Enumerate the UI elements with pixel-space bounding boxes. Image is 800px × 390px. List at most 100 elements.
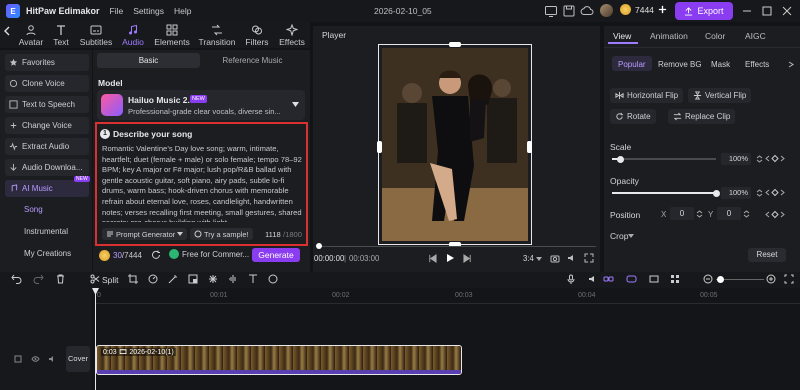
scale-slider-knob[interactable] [617, 155, 624, 163]
delete-icon[interactable] [56, 274, 65, 284]
resize-handle-left[interactable] [377, 141, 382, 153]
crop-label[interactable]: Crop [610, 231, 628, 241]
sidebar-sub-my-creations[interactable]: My Creations [24, 249, 71, 258]
stepper-icon[interactable] [743, 210, 750, 218]
tab-effects[interactable]: Effects [278, 22, 306, 47]
cover-button[interactable]: Cover [66, 346, 90, 372]
track-icon[interactable] [649, 274, 659, 284]
video-preview[interactable] [382, 48, 528, 241]
speed-icon[interactable] [148, 274, 158, 284]
scale-slider[interactable] [612, 155, 716, 163]
opacity-value[interactable]: 100% [721, 187, 751, 199]
keyframe-icon[interactable] [765, 188, 785, 197]
add-credits-icon[interactable] [658, 5, 667, 14]
undo-icon[interactable] [11, 274, 22, 284]
subtab-mask[interactable]: Mask [711, 60, 730, 69]
save-icon[interactable] [562, 4, 576, 18]
tab-avatar[interactable]: Avatar [15, 22, 47, 47]
vertical-flip-button[interactable]: Vertical Flip [688, 88, 752, 103]
crop-tool-icon[interactable] [128, 274, 138, 284]
volume-icon[interactable] [567, 253, 577, 263]
text-tool-icon[interactable] [248, 274, 258, 284]
tab-color[interactable]: Color [705, 31, 725, 41]
video-clip[interactable]: 0:03 🎞 2026-02-10(1) [96, 345, 462, 375]
try-sample-button[interactable]: Try a sample! [190, 228, 253, 240]
timeline-playhead[interactable] [95, 288, 96, 390]
fit-timeline-icon[interactable] [784, 274, 794, 284]
model-selector[interactable]: Hailuo Music 2.0 NEW Professional-grade … [97, 90, 305, 120]
camera-icon[interactable] [550, 253, 560, 263]
chevron-left-icon[interactable] [3, 26, 11, 36]
eye-icon[interactable] [31, 355, 40, 363]
monitor-icon[interactable] [544, 4, 558, 18]
play-icon[interactable] [446, 253, 455, 263]
stepper-icon[interactable] [756, 189, 763, 197]
mask-tool-icon[interactable] [268, 274, 278, 284]
scale-value[interactable]: 100% [721, 153, 751, 165]
sidebar-item-favorites[interactable]: Favorites [5, 54, 89, 71]
keyframe-icon[interactable] [765, 210, 785, 219]
replace-clip-button[interactable]: Replace Clip [668, 109, 736, 124]
menu-help[interactable]: Help [174, 6, 191, 16]
previous-frame-icon[interactable] [428, 254, 437, 263]
track-settings-icon[interactable] [14, 355, 22, 363]
opacity-slider[interactable] [612, 189, 720, 197]
zoom-slider-knob[interactable] [717, 276, 724, 283]
freeze-icon[interactable] [208, 274, 218, 284]
tab-text[interactable]: Text [48, 22, 74, 47]
tab-elements[interactable]: Elements [154, 22, 190, 47]
zoom-in-icon[interactable] [766, 274, 776, 284]
split-label[interactable]: Split [102, 275, 119, 285]
magic-wand-icon[interactable] [168, 274, 178, 284]
sidebar-sub-song[interactable]: Song [24, 205, 43, 214]
pos-y-input[interactable]: 0 [717, 207, 741, 220]
microphone-icon[interactable] [566, 274, 576, 284]
pip-icon[interactable] [188, 274, 198, 284]
link-icon[interactable] [603, 274, 614, 284]
horizontal-flip-button[interactable]: Horizontal Flip [610, 88, 684, 103]
menu-settings[interactable]: Settings [133, 6, 164, 16]
chevron-right-icon[interactable] [788, 61, 794, 68]
sidebar-sub-instrumental[interactable]: Instrumental [24, 227, 68, 236]
tab-basic[interactable]: Basic [97, 53, 200, 68]
cloud-icon[interactable] [580, 4, 594, 18]
menu-file[interactable]: File [110, 6, 124, 16]
sidebar-item-clone-voice[interactable]: Clone Voice [5, 75, 89, 92]
sidebar-item-audio-download[interactable]: Audio Downloa... [5, 159, 89, 176]
resize-handle-top[interactable] [449, 42, 461, 47]
tab-aigc[interactable]: AIGC [745, 31, 766, 41]
refresh-icon[interactable] [151, 250, 161, 260]
tab-audio[interactable]: Audio [118, 22, 148, 47]
opacity-slider-knob[interactable] [713, 189, 720, 197]
keyframe-icon[interactable] [765, 154, 785, 163]
tab-subtitles[interactable]: Subtitles [78, 22, 114, 47]
audio-wave-icon[interactable] [228, 274, 238, 284]
zoom-out-icon[interactable] [703, 274, 713, 284]
sidebar-item-ai-music[interactable]: AI Music [5, 180, 89, 197]
subtab-popular[interactable]: Popular [618, 60, 646, 69]
subtab-effects[interactable]: Effects [745, 60, 769, 69]
voiceover-icon[interactable] [588, 274, 598, 284]
song-description-textarea[interactable]: Romantic Valentine’s Day love song; warm… [102, 144, 302, 222]
sidebar-item-extract-audio[interactable]: Extract Audio [5, 138, 89, 155]
aspect-ratio[interactable]: 3:4 [523, 254, 534, 263]
grid-icon[interactable] [670, 274, 680, 284]
stepper-icon[interactable] [756, 155, 763, 163]
sidebar-item-change-voice[interactable]: Change Voice [5, 117, 89, 134]
avatar[interactable] [600, 4, 613, 17]
chevron-down-icon[interactable] [536, 257, 542, 261]
fullscreen-icon[interactable] [584, 253, 594, 263]
minimize-icon[interactable] [742, 6, 752, 16]
reset-button[interactable]: Reset [748, 248, 786, 262]
tab-transition[interactable]: Transition [198, 22, 236, 47]
maximize-icon[interactable] [762, 6, 772, 16]
tab-animation[interactable]: Animation [650, 31, 688, 41]
track-volume-icon[interactable] [48, 355, 56, 363]
subtab-remove-bg[interactable]: Remove BG [658, 60, 702, 69]
chevron-down-icon[interactable] [628, 234, 634, 238]
playhead-knob[interactable] [316, 243, 322, 249]
time-ruler[interactable] [95, 288, 800, 304]
generate-button[interactable]: Generate [252, 248, 300, 262]
redo-icon[interactable] [33, 274, 44, 284]
tab-reference-music[interactable]: Reference Music [201, 53, 304, 68]
